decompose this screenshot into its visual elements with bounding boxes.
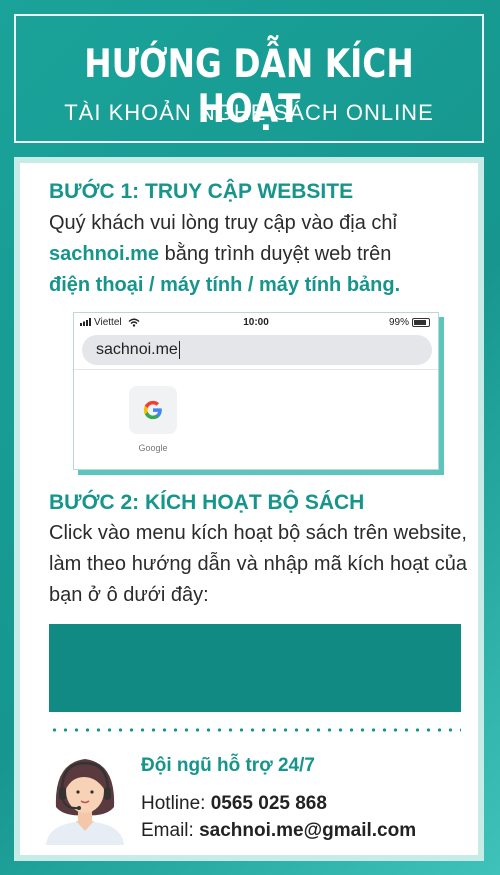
site-link[interactable]: sachnoi.me <box>49 243 159 265</box>
step2-text: Click vào menu kích hoạt bộ sách trên we… <box>49 522 467 606</box>
phone-browser-mockup: Viettel 10:00 99% sachnoi.me Google <box>73 312 439 470</box>
phone-time: 10:00 <box>243 317 269 328</box>
address-bar[interactable]: sachnoi.me <box>82 335 432 365</box>
phone-divider <box>74 369 438 370</box>
hotline-number[interactable]: 0565 025 868 <box>211 793 327 814</box>
battery-status: 99% <box>389 317 430 328</box>
google-shortcut-label: Google <box>138 443 168 453</box>
page-subtitle: TÀI KHOẢN NGHE SÁCH ONLINE <box>64 100 434 125</box>
dotted-divider <box>49 728 461 732</box>
address-bar-text: sachnoi.me <box>96 341 178 358</box>
text-caret <box>178 340 180 359</box>
hotline-label: Hotline: <box>141 793 211 814</box>
phone-status-bar: Viettel 10:00 99% <box>74 313 438 333</box>
activation-code-box <box>49 624 461 712</box>
step1-text: Quý khách vui lòng truy cập vào địa chỉ … <box>49 208 467 301</box>
step1-text-1: Quý khách vui lòng truy cập vào địa chỉ <box>49 212 397 234</box>
header-banner: HƯỚNG DẪN KÍCH HOẠT TÀI KHOẢN NGHE SÁCH … <box>14 14 484 143</box>
google-icon <box>143 400 162 420</box>
step1-text-2: bằng trình duyệt web trên <box>159 243 392 265</box>
step1-title: BƯỚC 1: TRUY CẬP WEBSITE <box>49 180 354 203</box>
instruction-card: BƯỚC 1: TRUY CẬP WEBSITE Quý khách vui l… <box>14 157 484 861</box>
step2-title: BƯỚC 2: KÍCH HOẠT BỘ SÁCH <box>49 491 365 514</box>
email-address[interactable]: sachnoi.me@gmail.com <box>199 820 416 841</box>
email-line: Email: sachnoi.me@gmail.com <box>141 820 416 842</box>
battery-percent: 99% <box>388 317 409 328</box>
hotline-line: Hotline: 0565 025 868 <box>141 793 327 815</box>
google-shortcut[interactable] <box>129 386 177 434</box>
battery-icon <box>412 317 430 327</box>
support-title: Đội ngũ hỗ trợ 24/7 <box>141 755 315 776</box>
email-label: Email: <box>141 820 200 841</box>
support-agent-avatar <box>46 759 124 845</box>
devices-text: điện thoại / máy tính / máy tính bảng. <box>49 274 401 296</box>
